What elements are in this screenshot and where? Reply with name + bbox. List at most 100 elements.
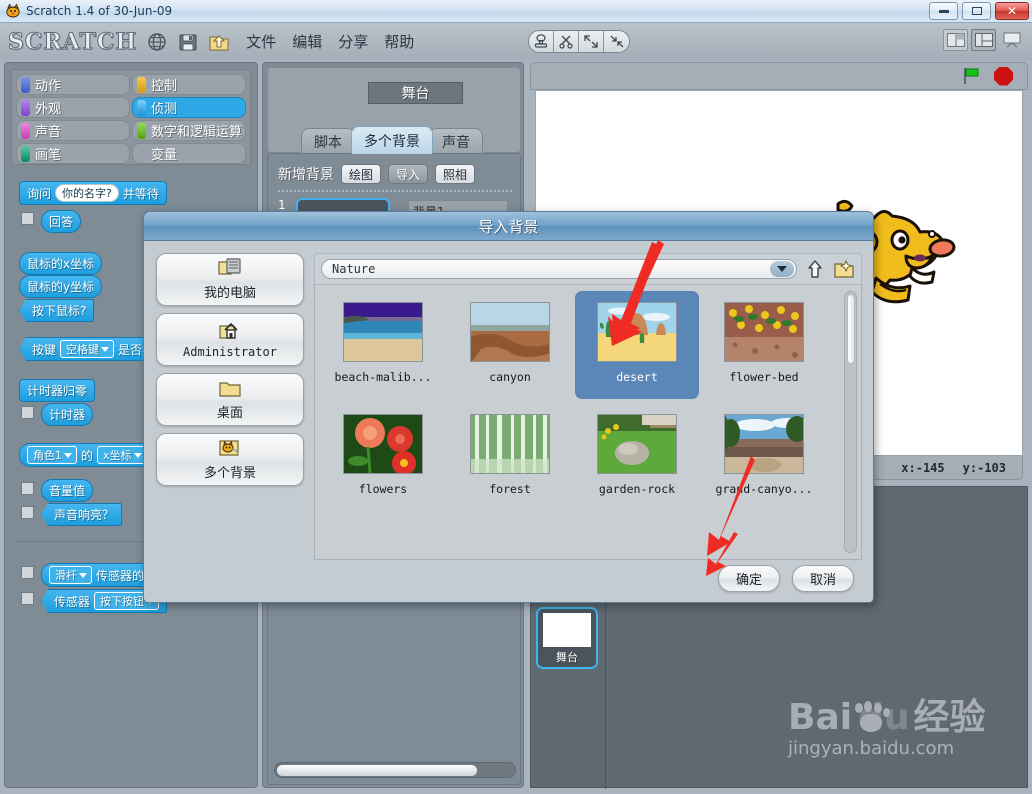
block-checkbox-loudness[interactable]: [21, 482, 34, 495]
stamp-icon[interactable]: [529, 31, 554, 52]
stage-name-label: 舞台: [368, 82, 463, 104]
sidebar-item-backgrounds[interactable]: 多个背景: [156, 433, 304, 486]
block-reset-timer[interactable]: 计时器归零: [19, 379, 96, 402]
new-folder-icon[interactable]: [833, 258, 855, 280]
block-dropdown-sensor[interactable]: 滑杆: [49, 566, 92, 584]
category-pen[interactable]: 画笔: [16, 143, 130, 164]
block-dropdown-attribute[interactable]: x坐标: [97, 446, 147, 464]
panel-divider: [278, 190, 512, 192]
up-folder-icon[interactable]: [804, 258, 826, 280]
scrollbar-thumb[interactable]: [847, 294, 855, 364]
presentation-view-icon[interactable]: [999, 29, 1024, 51]
scrollbar-thumb[interactable]: [277, 765, 477, 776]
block-checkbox-sensor-boolean[interactable]: [21, 592, 34, 605]
close-button[interactable]: ✕: [995, 2, 1029, 20]
tab-backgrounds[interactable]: 多个背景: [351, 126, 433, 154]
tab-scripts[interactable]: 脚本: [301, 128, 355, 154]
category-looks[interactable]: 外观: [16, 97, 130, 118]
category-motion[interactable]: 动作: [16, 74, 130, 95]
block-attribute-of[interactable]: 角色1 的 x坐标: [19, 443, 155, 467]
backgrounds-horizontal-scrollbar[interactable]: [274, 762, 516, 778]
chevron-down-icon[interactable]: [770, 261, 794, 277]
file-name: grand-canyo...: [715, 482, 813, 496]
block-ask-and-wait[interactable]: 询问 你的名字? 并等待: [19, 181, 167, 205]
block-checkbox-sensor-value[interactable]: [21, 566, 34, 579]
menu-share[interactable]: 分享: [338, 31, 368, 52]
file-cell-desert[interactable]: desert: [575, 291, 699, 399]
category-sound[interactable]: 声音: [16, 120, 130, 141]
home-folder-icon: [218, 321, 242, 344]
sprite-list-stage-cell[interactable]: 舞台: [536, 607, 598, 669]
block-checkbox-timer[interactable]: [21, 406, 34, 419]
category-operators[interactable]: 数字和逻辑运算: [132, 120, 246, 141]
sidebar-item-administrator[interactable]: Administrator: [156, 313, 304, 366]
sidebar-item-label: 多个背景: [203, 466, 256, 481]
stage-toolbar: [530, 62, 1028, 90]
file-cell-canyon[interactable]: canyon: [448, 291, 572, 399]
file-name: beach-malib...: [334, 370, 432, 384]
file-cell-grand-canyon[interactable]: grand-canyo...: [702, 403, 826, 511]
block-text: 的: [81, 448, 94, 463]
sidebar-item-my-computer[interactable]: 我的电脑: [156, 253, 304, 306]
category-label: 声音: [35, 125, 62, 140]
normal-stage-view-icon[interactable]: [971, 29, 996, 51]
grow-icon[interactable]: [579, 31, 604, 52]
category-variables[interactable]: 变量: [132, 143, 246, 164]
menu-edit[interactable]: 编辑: [292, 31, 322, 52]
ok-button[interactable]: 确定: [718, 565, 780, 592]
block-loudness[interactable]: 音量值: [41, 479, 94, 502]
file-thumbnail: [470, 302, 550, 362]
block-dropdown-key[interactable]: 空格键: [60, 340, 115, 358]
category-color-swatch: [21, 76, 30, 93]
cancel-button[interactable]: 取消: [792, 565, 854, 592]
menu-file[interactable]: 文件: [246, 31, 276, 52]
globe-icon[interactable]: [146, 31, 168, 53]
costumes-icon: [218, 438, 242, 461]
green-flag-icon[interactable]: [962, 67, 982, 85]
file-thumbnail: [343, 414, 423, 474]
paint-button[interactable]: 绘图: [341, 164, 382, 184]
block-answer[interactable]: 回答: [41, 210, 82, 233]
small-stage-view-icon[interactable]: [943, 29, 968, 51]
sidebar-item-desktop[interactable]: 桌面: [156, 373, 304, 426]
save-icon[interactable]: [177, 31, 199, 53]
block-checkbox-loud[interactable]: [21, 506, 34, 519]
block-mouse-down[interactable]: 按下鼠标?: [19, 299, 95, 322]
file-name: forest: [489, 482, 531, 496]
scissors-icon[interactable]: [554, 31, 579, 52]
block-timer[interactable]: 计时器: [41, 403, 94, 426]
category-sensing[interactable]: 侦测: [132, 97, 246, 118]
block-mouse-y[interactable]: 鼠标的y坐标: [19, 275, 103, 298]
path-combobox[interactable]: Nature: [321, 259, 797, 279]
folder-icon: [218, 378, 242, 401]
dialog-body: 我的电脑 Administrator 桌面 多个背景 Nature beach-…: [144, 241, 873, 602]
block-dropdown-sprite[interactable]: 角色1: [27, 446, 77, 464]
file-grid-container[interactable]: beach-malib... canyon desert flower-bed …: [314, 285, 862, 560]
file-cell-forest[interactable]: forest: [448, 403, 572, 511]
file-cell-flowers[interactable]: flowers: [321, 403, 445, 511]
block-input-question[interactable]: 你的名字?: [55, 184, 119, 202]
block-mouse-x[interactable]: 鼠标的x坐标: [19, 252, 103, 275]
block-checkbox-answer[interactable]: [21, 212, 34, 225]
stop-sign-icon[interactable]: [994, 66, 1013, 86]
maximize-button[interactable]: [962, 2, 991, 20]
file-cell-beach-malibu[interactable]: beach-malib...: [321, 291, 445, 399]
block-loud[interactable]: 声音响亮？: [41, 503, 123, 526]
minimize-button[interactable]: [929, 2, 958, 20]
file-list-scrollbar[interactable]: [844, 291, 857, 553]
camera-button[interactable]: 照相: [435, 164, 476, 184]
sprite-tabs: 脚本 多个背景 声音: [301, 126, 483, 154]
scratch-menubar: SCRATCH 文件 编辑 分享 帮助: [0, 23, 1032, 60]
file-name: flowers: [358, 482, 408, 496]
file-name: desert: [616, 370, 658, 384]
shrink-icon[interactable]: [604, 31, 629, 52]
share-folder-icon[interactable]: [208, 31, 230, 53]
tab-sounds[interactable]: 声音: [429, 128, 483, 154]
category-control[interactable]: 控制: [132, 74, 246, 95]
coordinate-x: x:-145: [901, 460, 945, 475]
sprite-tools-group: [528, 30, 630, 53]
menu-help[interactable]: 帮助: [384, 31, 414, 52]
file-cell-garden-rock[interactable]: garden-rock: [575, 403, 699, 511]
file-cell-flower-bed[interactable]: flower-bed: [702, 291, 826, 399]
import-button[interactable]: 导入: [388, 164, 429, 184]
